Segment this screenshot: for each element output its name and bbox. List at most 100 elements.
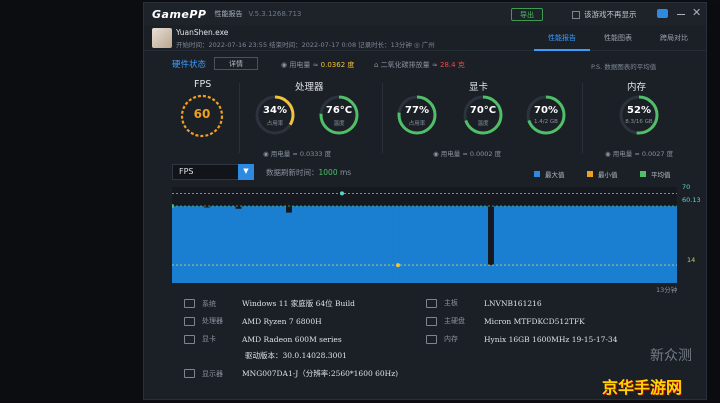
chart-bar — [203, 207, 211, 283]
gpu-usage-value: 77% — [405, 105, 429, 116]
hardware-status-title: 硬件状态 — [172, 59, 207, 70]
memory-power: ◉ 用电量 ≈ 0.0027 度 — [605, 150, 674, 158]
game-avatar — [152, 28, 172, 48]
chart-bar — [222, 206, 230, 283]
chart-bar — [285, 212, 293, 283]
spec-disk: 主硬盘 Micron MTFDKCD512TFK — [426, 316, 585, 326]
chart-bar — [632, 206, 640, 283]
total-power-value: 0.0362 度 — [320, 61, 355, 69]
tab-performance-chart[interactable]: 性能图表 — [590, 25, 646, 51]
spec-gpu: 显卡 AMD Radeon 600M series — [184, 334, 342, 344]
chart-bar — [544, 206, 552, 283]
chart-bar — [342, 206, 350, 283]
chart-bar — [361, 206, 369, 283]
chart-bar — [487, 265, 495, 283]
tab-performance-report[interactable]: 性能报告 — [534, 25, 590, 51]
fps-chart — [170, 187, 678, 283]
chart-bar — [317, 206, 324, 283]
fps-value: 60 — [193, 107, 211, 121]
chart-bar — [336, 206, 343, 283]
spec-cpu: 处理器 AMD Ryzen 7 6800H — [184, 316, 322, 326]
no-show-toggle[interactable]: 该游戏不再显示 — [572, 9, 637, 20]
spec-display: 显示器 MNG007DA1-J（分辨率:2560*1600 60Hz) — [184, 368, 398, 379]
cpu-power: ◉ 用电量 ≈ 0.0333 度 — [263, 150, 332, 158]
max-marker — [340, 191, 344, 196]
chart-bar — [392, 206, 400, 283]
chart-bar — [519, 206, 526, 283]
chart-bar — [500, 206, 507, 283]
chart-bar — [197, 206, 204, 283]
chart-bar — [266, 206, 274, 283]
watermark-bottom: 京华手游网 — [602, 378, 683, 397]
export-button[interactable]: 导出 — [511, 8, 543, 21]
chart-bar — [430, 206, 438, 283]
chart-bar — [613, 206, 621, 283]
gpu-mem-gauge: 70% 1.4/2 GB — [524, 93, 568, 137]
co2-value: 28.4 克 — [440, 61, 465, 69]
chart-bar — [304, 206, 312, 283]
fps-label: FPS — [194, 79, 212, 90]
chart-bar — [456, 206, 463, 283]
total-power: ◉ 用电量 ≈ 0.0362 度 — [281, 61, 355, 69]
chart-bar — [645, 206, 653, 283]
ps-note: P.S. 数据图表的平均值 — [591, 63, 657, 71]
report-tabs: 性能报告 性能图表 跨局对比 — [534, 25, 702, 51]
memory-usage-value: 52% — [627, 105, 651, 116]
chart-bar — [254, 206, 261, 283]
chart-bar — [405, 206, 413, 283]
chart-bar — [386, 206, 394, 283]
chart-bar — [557, 206, 564, 283]
chart-bar — [209, 206, 217, 283]
chart-bar — [247, 206, 255, 283]
spec-board: 主板 LNVNB161216 — [426, 298, 542, 308]
gamepp-logo: GamePP — [152, 7, 207, 21]
close-icon[interactable]: ✕ — [692, 6, 701, 19]
minimize-icon[interactable] — [677, 14, 685, 15]
camera-icon[interactable] — [657, 9, 668, 18]
no-show-checkbox[interactable] — [572, 10, 580, 19]
chart-bar — [260, 206, 268, 283]
chart-bar — [651, 206, 659, 283]
chart-bar — [538, 206, 545, 283]
version-label: V.5.3.1268.713 — [248, 10, 302, 18]
chart-bar — [550, 206, 558, 283]
cpu-section: 处理器 34% 占用率 76°C 温度 ◉ 用电量 ≈ 0.0333 度 — [249, 79, 379, 161]
chart-bar — [298, 206, 305, 283]
min-marker — [396, 263, 400, 268]
chart-bar — [620, 206, 627, 283]
memory-usage-gauge: 52% 8.3/16 GB — [617, 93, 661, 137]
app-info-bar: YuanShen.exe 开始时间：2022-07-16 23:55 结束时间：… — [144, 25, 706, 51]
chevron-down-icon[interactable]: ▼ — [238, 164, 254, 180]
report-window: GamePP 性能报告 V.5.3.1268.713 导出 该游戏不再显示 ✕ … — [143, 2, 707, 400]
cpu-temp-gauge: 76°C 温度 — [317, 93, 361, 137]
window-title: 性能报告 — [214, 10, 243, 18]
tab-cross-compare[interactable]: 跨局对比 — [646, 25, 702, 51]
chart-bar — [291, 206, 299, 283]
cpu-icon — [184, 316, 195, 326]
chart-bar — [184, 206, 192, 283]
chart-bar — [506, 206, 514, 283]
chart-bar — [310, 206, 318, 283]
refresh-rate-value: 1000 — [318, 168, 338, 177]
gpu-temp-sub: 温度 — [477, 121, 489, 127]
motherboard-icon — [426, 298, 437, 308]
app-name: YuanShen.exe — [176, 28, 229, 37]
chart-bar — [468, 206, 476, 283]
chart-bar — [525, 206, 533, 283]
detail-button[interactable]: 详情 — [214, 57, 259, 70]
duration-label: 13分钟 — [656, 286, 678, 294]
chart-bar — [639, 206, 646, 283]
cpu-usage-value: 34% — [263, 105, 287, 116]
chart-bar — [437, 206, 444, 283]
chart-bar — [235, 208, 242, 283]
gpu-power: ◉ 用电量 ≈ 0.0002 度 — [433, 150, 502, 158]
cpu-temp-sub: 温度 — [333, 121, 345, 127]
no-show-label: 该游戏不再显示 — [584, 10, 637, 19]
chart-bar — [367, 206, 375, 283]
gpu-section: 显卡 77% 占用率 70°C 温度 70% 1.4/2 GB ◉ 用电量 ≈ … — [389, 79, 579, 161]
chart-bar — [475, 206, 482, 283]
gpu-icon — [184, 334, 195, 344]
co2-emission: ⌂ 二氧化碳排放量 ≈ 28.4 克 — [374, 61, 465, 69]
chart-bar — [172, 206, 179, 283]
cpu-usage-gauge: 34% 占用率 — [253, 93, 297, 137]
